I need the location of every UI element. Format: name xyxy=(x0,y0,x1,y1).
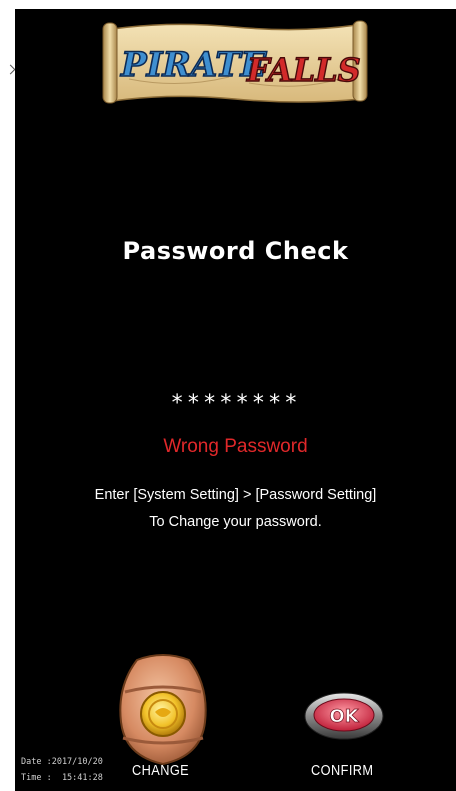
error-message: Wrong Password xyxy=(163,436,308,457)
change-button-label[interactable]: CHANGE xyxy=(132,762,189,779)
logo-word-pirate: PIRATE xyxy=(120,45,268,85)
time-readout: Time : 15:41:28 xyxy=(21,773,103,783)
logo-word-falls: FALLS xyxy=(246,51,361,89)
page-title: Password Check xyxy=(122,237,349,265)
ok-badge-text: OK xyxy=(329,706,359,727)
pirate-falls-logo: PIRATE FALLS xyxy=(99,19,371,107)
confirm-button[interactable]: OK xyxy=(303,691,385,741)
confirm-button-label[interactable]: CONFIRM xyxy=(311,762,373,779)
hint-line-1: Enter [System Setting] > [Password Setti… xyxy=(94,487,377,503)
change-button[interactable] xyxy=(115,652,211,768)
hint-line-2: To Change your password. xyxy=(149,514,322,530)
date-readout: Date :2017/10/20 xyxy=(21,757,103,767)
corner-chevron-icon xyxy=(5,64,16,75)
game-screen: PIRATE FALLS Password Check ******** Wro… xyxy=(15,9,456,791)
password-field: ******** xyxy=(170,391,301,416)
